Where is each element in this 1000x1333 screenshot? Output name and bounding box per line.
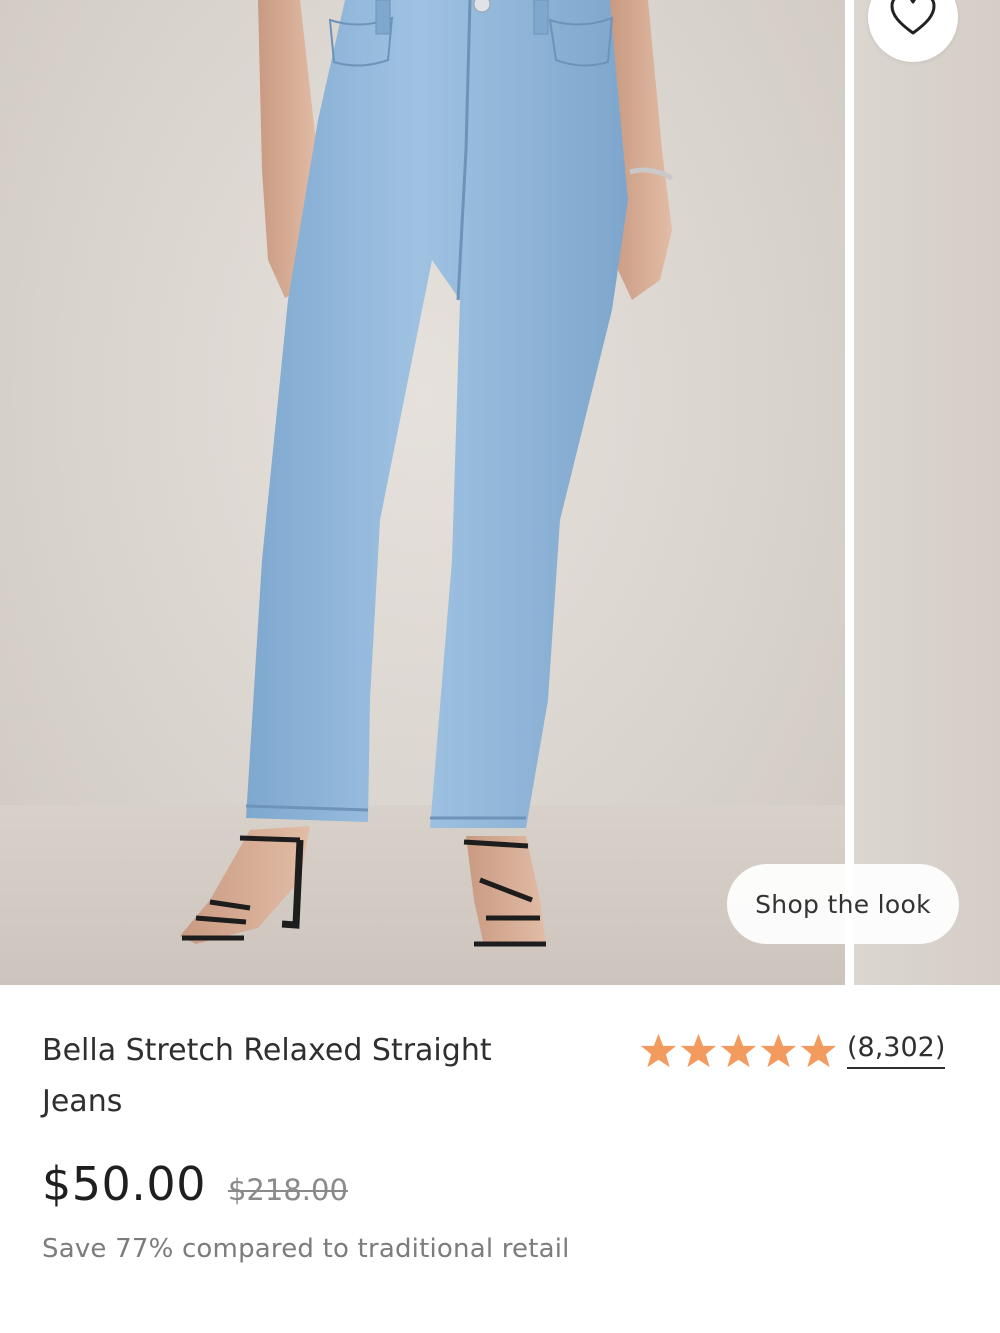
star-icon [680, 1033, 717, 1067]
heart-icon [889, 0, 937, 41]
rating-stars [640, 1032, 837, 1069]
product-info: Bella Stretch Relaxed Straight Jeans (8,… [0, 985, 1000, 1333]
review-count-link[interactable]: (8,302) [847, 1031, 946, 1069]
star-icon [800, 1033, 837, 1067]
savings-text: Save 77% compared to traditional retail [42, 1234, 570, 1264]
current-price: $50.00 [42, 1157, 206, 1211]
product-image-gallery[interactable]: Shop the look [0, 0, 1000, 985]
star-icon [760, 1033, 797, 1067]
star-icon [720, 1033, 757, 1067]
gallery-divider [845, 0, 854, 985]
jeans-model-illustration [180, 0, 674, 947]
next-product-photo[interactable] [854, 0, 1000, 985]
product-photo[interactable] [0, 0, 845, 985]
shop-the-look-button[interactable]: Shop the look [727, 864, 959, 944]
shop-the-look-label: Shop the look [755, 889, 931, 919]
product-title: Bella Stretch Relaxed Straight Jeans [42, 1033, 492, 1119]
original-price: $218.00 [227, 1173, 348, 1207]
price-row: $50.00 $218.00 [42, 1157, 348, 1211]
star-icon [640, 1033, 677, 1067]
product-rating[interactable]: (8,302) [640, 1031, 946, 1069]
